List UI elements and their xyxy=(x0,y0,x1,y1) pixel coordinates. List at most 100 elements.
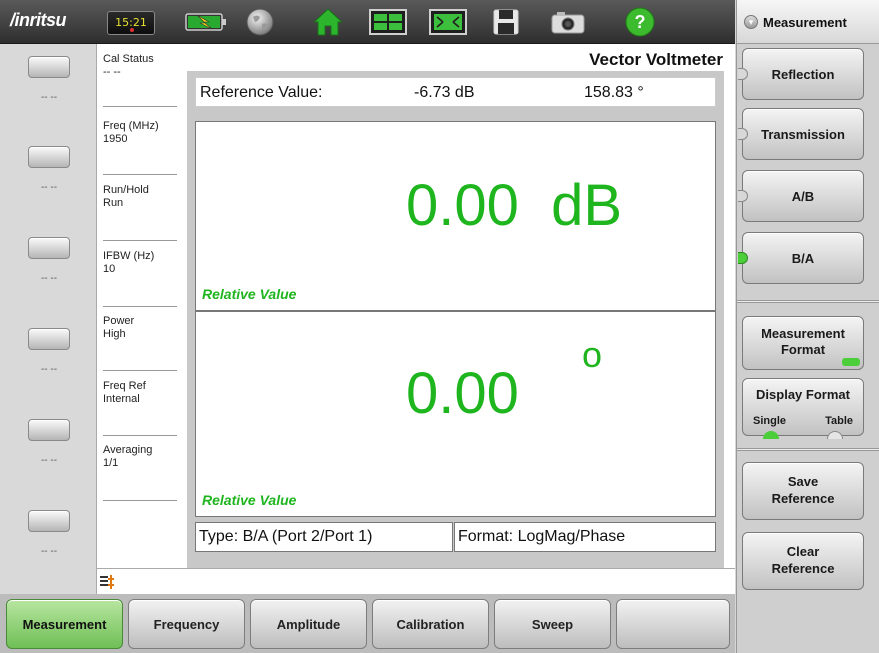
left-softkey-2[interactable] xyxy=(28,146,70,168)
table-indicator xyxy=(827,431,843,439)
measurement-format-info: Format: LogMag/Phase xyxy=(454,522,716,552)
param-value: Run xyxy=(103,197,124,209)
param-averaging[interactable]: Averaging 1/1 xyxy=(103,444,177,470)
param-name: Run/Hold xyxy=(103,184,149,196)
submenu-indicator xyxy=(842,358,860,366)
measurement-format-label-1: Measurement xyxy=(761,326,845,341)
camera-icon[interactable] xyxy=(548,6,588,38)
phase-panel: 0.00 o Relative Value xyxy=(195,311,716,517)
display-format-button[interactable]: Display Format Single Table xyxy=(742,378,864,439)
param-run-hold[interactable]: Run/Hold Run xyxy=(103,184,177,210)
param-value: 1950 xyxy=(103,133,128,145)
fullscreen-icon[interactable] xyxy=(428,6,468,38)
param-freq[interactable]: Freq (MHz) 1950 xyxy=(103,120,177,146)
tab-calibration[interactable]: Calibration xyxy=(372,599,489,649)
tab-frequency[interactable]: Frequency xyxy=(128,599,245,649)
left-softkey-6[interactable] xyxy=(28,510,70,532)
param-name: Freq (MHz) xyxy=(103,120,159,132)
selection-indicator xyxy=(738,128,748,140)
tab-measurement[interactable]: Measurement xyxy=(6,599,123,649)
measurement-menu-header[interactable]: ▾ Measurement xyxy=(736,0,879,44)
divider xyxy=(103,500,177,501)
divider xyxy=(737,300,879,303)
measurement-menu: Reflection Transmission A/B B/A Measurem… xyxy=(736,44,879,653)
bottom-menu-bar: Measurement Frequency Amplitude Calibrat… xyxy=(0,594,735,653)
left-softkey-4[interactable] xyxy=(28,328,70,350)
reference-value-bar: Reference Value: -6.73 dB 158.83 ° xyxy=(195,77,716,107)
divider xyxy=(103,174,177,175)
clear-reference-button[interactable]: Clear Reference xyxy=(742,532,864,590)
left-softkey-4-label: -- -- xyxy=(40,364,58,375)
param-value: 10 xyxy=(103,263,116,275)
left-softkey-6-label: -- -- xyxy=(40,546,58,557)
layout-icon[interactable] xyxy=(368,6,408,38)
tab-sweep[interactable]: Sweep xyxy=(494,599,611,649)
top-toolbar: /inritsu 15:21 ? xyxy=(0,0,735,44)
transmission-button[interactable]: Transmission xyxy=(738,108,864,160)
left-softkey-1[interactable] xyxy=(28,56,70,78)
svg-text:?: ? xyxy=(635,12,646,32)
save-reference-button[interactable]: Save Reference xyxy=(742,462,864,520)
clear-reference-label-2: Reference xyxy=(771,561,835,576)
param-freq-ref[interactable]: Freq Ref Internal xyxy=(103,380,177,406)
display-format-options: Single Table xyxy=(743,413,863,429)
left-softkey-1-label: -- -- xyxy=(40,92,58,103)
divider xyxy=(103,435,177,436)
b-over-a-button[interactable]: B/A xyxy=(738,232,864,284)
left-softkey-5[interactable] xyxy=(28,419,70,441)
param-ifbw[interactable]: IFBW (Hz) 10 xyxy=(103,250,177,276)
param-name: IFBW (Hz) xyxy=(103,250,155,262)
param-power[interactable]: Power High xyxy=(103,315,177,341)
left-softkey-3-label: -- -- xyxy=(40,273,58,284)
reference-magnitude: -6.73 dB xyxy=(414,84,475,101)
param-name: Averaging xyxy=(103,444,153,456)
param-value: 1/1 xyxy=(103,457,119,469)
divider xyxy=(103,370,177,371)
left-softkey-2-label: -- -- xyxy=(40,182,58,193)
reference-phase: 158.83 ° xyxy=(584,84,644,101)
marker-list-icon[interactable] xyxy=(99,574,115,590)
param-value: -- -- xyxy=(103,66,121,78)
tab-empty[interactable] xyxy=(616,599,730,649)
display-option-table: Table xyxy=(825,415,853,427)
measurement-display: Vector Voltmeter Reference Value: -6.73 … xyxy=(181,44,735,568)
magnitude-value: 0.00 dB xyxy=(406,173,623,238)
clock-display: 15:21 xyxy=(107,11,155,35)
divider xyxy=(103,306,177,307)
help-icon[interactable]: ? xyxy=(622,6,658,38)
page-title: Vector Voltmeter xyxy=(589,50,723,69)
selection-indicator xyxy=(738,252,748,264)
left-softkeys: -- -- -- -- -- -- -- -- -- -- -- -- xyxy=(0,44,97,594)
param-name: Freq Ref xyxy=(103,380,146,392)
divider xyxy=(737,448,879,451)
tab-amplitude[interactable]: Amplitude xyxy=(250,599,367,649)
transmission-label: Transmission xyxy=(761,127,845,142)
save-icon[interactable] xyxy=(488,6,524,38)
chevron-down-icon[interactable]: ▾ xyxy=(744,15,758,29)
single-indicator xyxy=(763,431,779,439)
battery-charging-icon[interactable] xyxy=(183,6,231,38)
phase-caption: Relative Value xyxy=(202,492,297,508)
measurement-type: Type: B/A (Port 2/Port 1) xyxy=(195,522,453,552)
param-value: High xyxy=(103,328,126,340)
magnitude-panel: 0.00 dB Relative Value xyxy=(195,121,716,311)
param-cal-status[interactable]: Cal Status -- -- xyxy=(103,53,177,79)
divider xyxy=(103,240,177,241)
measurement-format-button[interactable]: Measurement Format xyxy=(742,316,864,370)
anritsu-logo: /inritsu xyxy=(10,10,67,30)
left-softkey-3[interactable] xyxy=(28,237,70,259)
save-reference-label-1: Save xyxy=(787,474,819,489)
selection-indicator xyxy=(738,190,748,202)
display-option-single: Single xyxy=(753,415,787,427)
home-icon[interactable] xyxy=(310,6,346,38)
b-over-a-label: B/A xyxy=(791,251,815,266)
magnitude-caption: Relative Value xyxy=(202,286,297,302)
globe-icon[interactable] xyxy=(242,6,278,38)
param-value: Internal xyxy=(103,393,140,405)
vector-voltmeter-screen: /inritsu 15:21 ? ▾ Measurement -- -- -- … xyxy=(0,0,879,653)
menu-title: Measurement xyxy=(763,15,847,30)
reflection-button[interactable]: Reflection xyxy=(738,48,864,100)
clear-reference-label-1: Clear xyxy=(786,544,820,559)
a-over-b-button[interactable]: A/B xyxy=(738,170,864,222)
status-strip xyxy=(97,568,735,594)
